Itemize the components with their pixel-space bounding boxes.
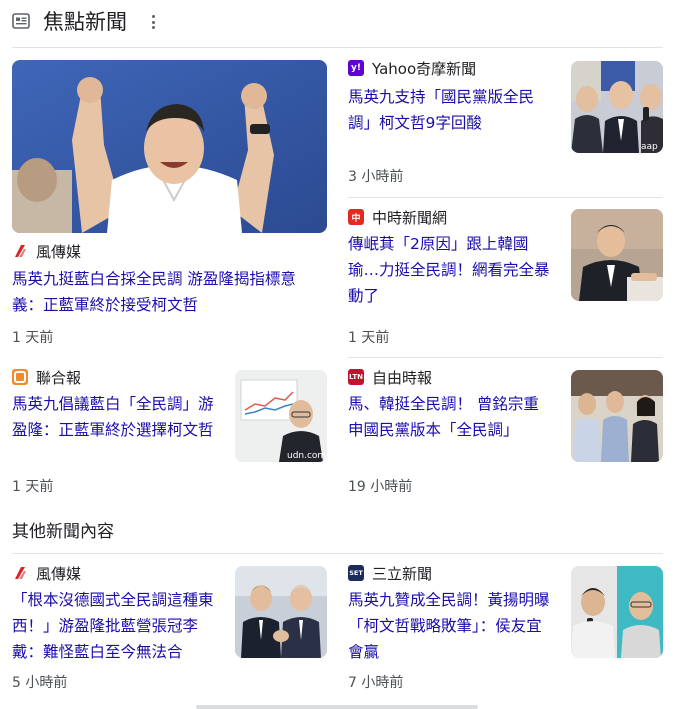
story-headline[interactable]: 馬英九支持「國民黨版全民調」柯文哲9字回酸 xyxy=(348,84,544,136)
ltn-logo: LTN xyxy=(348,369,364,385)
story-source: 風傳媒 xyxy=(12,563,81,583)
story-thumbnail: udn.com xyxy=(235,370,327,462)
story-headline[interactable]: 傳岷萁「2原因」跟上韓國瑜…力挺全民調！網看完全暴動了 xyxy=(348,231,552,309)
story-source: y! Yahoo奇摩新聞 xyxy=(348,58,476,78)
story-headline[interactable]: 「根本沒德國式全民調這種東西！」游盈隆批藍營張冠李戴：難怪藍白至今無法合 xyxy=(12,587,218,665)
news-card[interactable]: SET 三立新聞 馬英九贊成全民調！黃揚明曝「柯文哲戰略敗筆」：侯友宜會贏 7 … xyxy=(348,563,663,697)
setn-logo: SET xyxy=(348,565,364,581)
story-thumbnail xyxy=(571,209,663,301)
story-headline[interactable]: 馬英九挺藍白合採全民調 游盈隆揭指標意義：正藍軍終於接受柯文哲 xyxy=(12,266,324,318)
divider xyxy=(348,357,663,358)
story-time: 5 小時前 xyxy=(12,675,68,691)
news-card[interactable]: 風傳媒 「根本沒德國式全民調這種東西！」游盈隆批藍營張冠李戴：難怪藍白至今無法合… xyxy=(12,563,327,697)
divider xyxy=(12,553,663,554)
news-card[interactable]: LTN 自由時報 馬、韓挺全民調！ 曾銘宗重申國民黨版本「全民調」 19 小時前 xyxy=(348,367,663,497)
news-card[interactable]: 聯合報 馬英九倡議藍白「全民調」游盈隆：正藍軍終於選擇柯文哲 1 天前 udn.… xyxy=(12,367,327,497)
bottom-bar xyxy=(196,705,478,709)
story-source: 中 中時新聞網 xyxy=(348,207,447,227)
story-headline[interactable]: 馬、韓挺全民調！ 曾銘宗重申國民黨版本「全民調」 xyxy=(348,391,552,443)
story-time: 7 小時前 xyxy=(348,675,404,691)
story-source: LTN 自由時報 xyxy=(348,368,433,387)
story-time: 3 小時前 xyxy=(348,169,404,185)
divider xyxy=(12,47,663,48)
story-source: 風傳媒 xyxy=(12,241,81,261)
udn-logo xyxy=(12,369,28,385)
chinatimes-logo: 中 xyxy=(348,209,364,225)
news-card[interactable]: 中 中時新聞網 傳岷萁「2原因」跟上韓國瑜…力挺全民調！網看完全暴動了 1 天前 xyxy=(348,207,663,347)
top-stories-header: 焦點新聞 xyxy=(0,0,674,46)
story-headline[interactable]: 馬英九倡議藍白「全民調」游盈隆：正藍軍終於選擇柯文哲 xyxy=(12,391,218,469)
more-vert-icon[interactable] xyxy=(146,10,162,34)
thumb-caption: udn.com xyxy=(287,451,326,461)
story-thumbnail xyxy=(571,370,663,462)
story-time: 1 天前 xyxy=(12,330,54,346)
story-thumbnail: aap xyxy=(571,61,663,153)
section-title: 焦點新聞 xyxy=(43,10,127,34)
story-time: 19 小時前 xyxy=(348,479,413,495)
other-news-heading: 其他新聞內容 xyxy=(12,522,114,542)
story-source: 聯合報 xyxy=(12,367,81,387)
divider xyxy=(348,197,663,198)
news-icon xyxy=(12,13,30,29)
yahoo-logo: y! xyxy=(348,60,364,76)
storm-media-logo xyxy=(12,565,28,581)
story-thumbnail xyxy=(235,566,327,658)
news-card-featured[interactable]: 風傳媒 馬英九挺藍白合採全民調 游盈隆揭指標意義：正藍軍終於接受柯文哲 1 天前 xyxy=(12,60,327,350)
story-thumbnail xyxy=(571,566,663,658)
story-time: 1 天前 xyxy=(12,479,54,495)
story-time: 1 天前 xyxy=(348,330,390,346)
news-card[interactable]: y! Yahoo奇摩新聞 馬英九支持「國民黨版全民調」柯文哲9字回酸 3 小時前… xyxy=(348,58,663,188)
featured-story-image xyxy=(12,60,327,233)
story-headline[interactable]: 馬英九贊成全民調！黃揚明曝「柯文哲戰略敗筆」：侯友宜會贏 xyxy=(348,587,552,665)
thumb-caption: aap xyxy=(641,142,658,152)
story-source: SET 三立新聞 xyxy=(348,564,433,583)
storm-media-logo xyxy=(12,243,28,259)
